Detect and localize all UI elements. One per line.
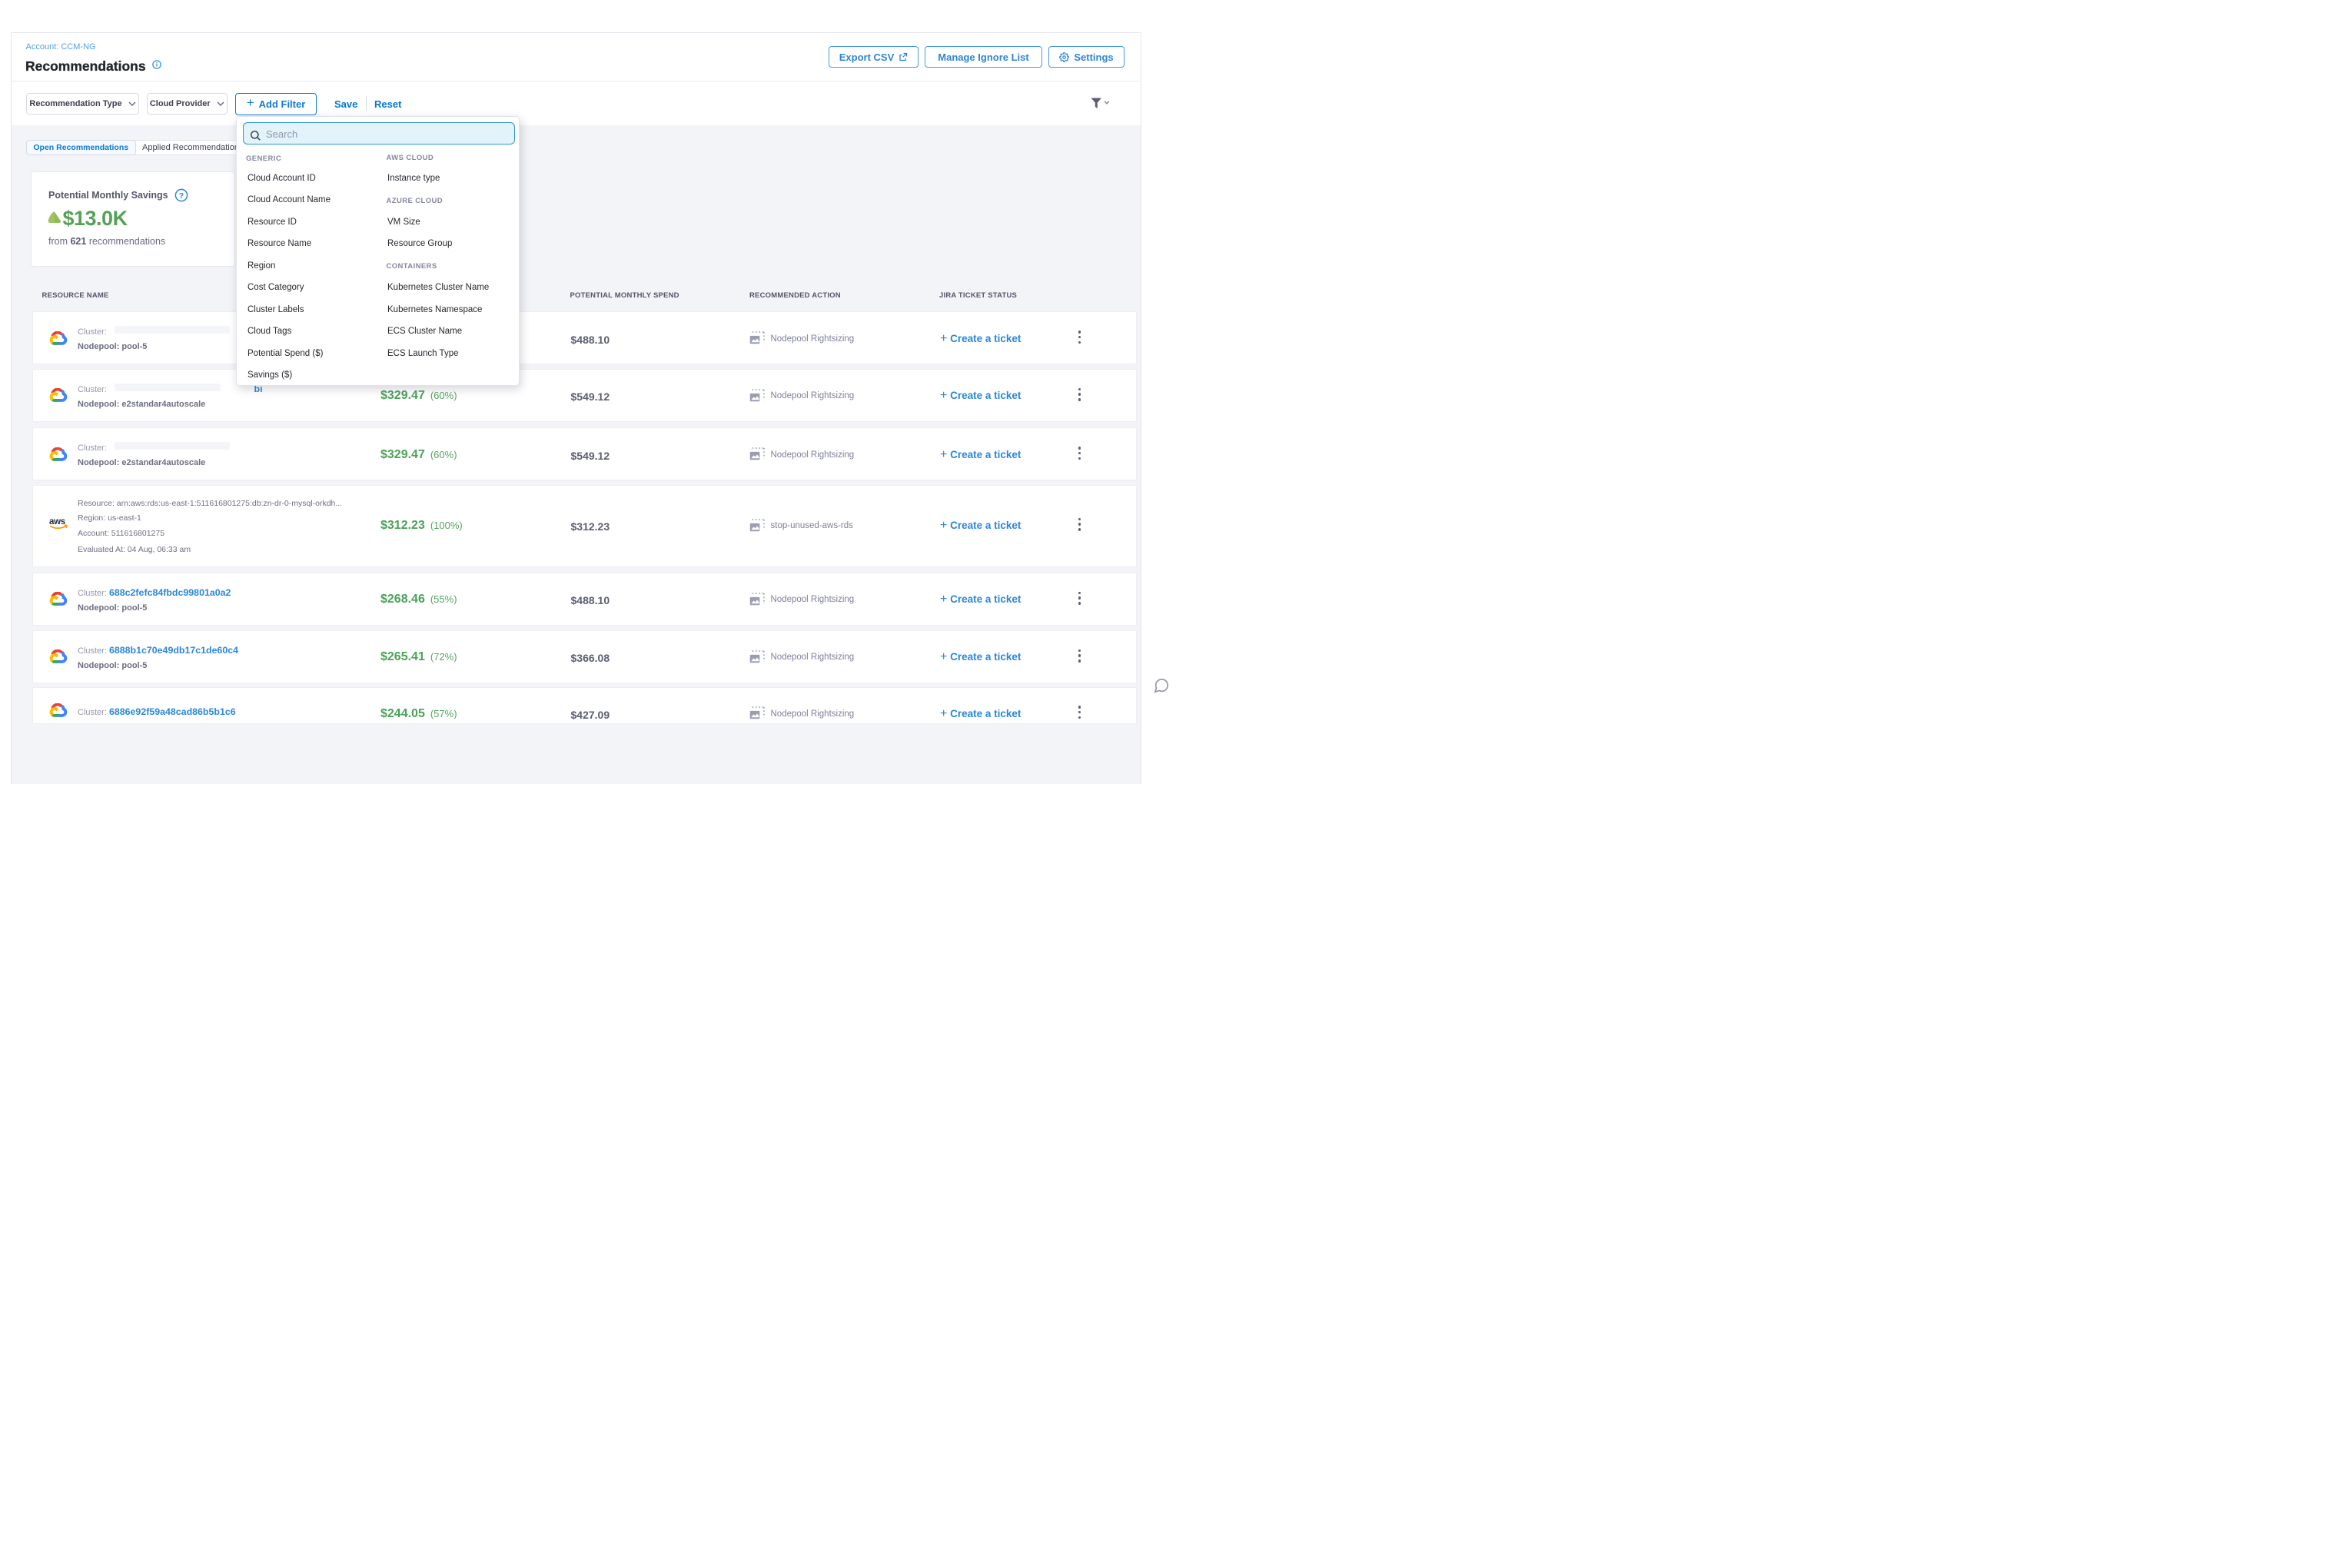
svg-text:?: ? [179, 191, 184, 201]
svg-text:aws: aws [49, 517, 65, 527]
